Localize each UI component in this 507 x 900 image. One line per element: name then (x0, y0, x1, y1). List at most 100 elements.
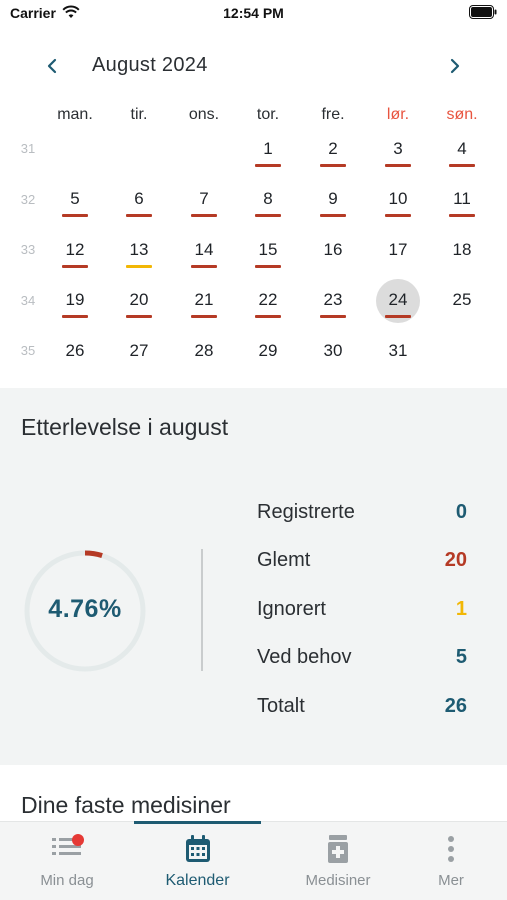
tab-label: Min dag (40, 872, 94, 889)
stat-value-ignored: 1 (455, 598, 467, 620)
stat-value-registered: 0 (455, 501, 467, 523)
day-number: 29 (258, 341, 278, 360)
day-status-forgotten (62, 214, 88, 217)
day-number: 3 (393, 139, 403, 158)
chevron-left-icon (47, 58, 57, 74)
tab-kalender[interactable]: Kalender (134, 822, 261, 900)
calendar-day[interactable]: 15 (246, 229, 290, 273)
day-status-forgotten (255, 315, 281, 318)
tab-medisiner[interactable]: Medisiner (273, 822, 403, 900)
calendar-day[interactable]: 28 (182, 330, 226, 374)
calendar-day[interactable]: 27 (117, 330, 161, 374)
day-status-forgotten (191, 265, 217, 268)
calendar: August 2024 man. tir. ons. tor. fre. lør… (0, 28, 507, 388)
day-number: 11 (453, 189, 471, 208)
day-status-forgotten (320, 315, 346, 318)
tab-min-dag[interactable]: Min dag (0, 822, 134, 900)
stat-label-as-needed: Ved behov (257, 646, 352, 668)
day-number: 6 (134, 189, 144, 208)
calendar-day[interactable]: 8 (246, 178, 290, 222)
day-number: 22 (258, 290, 278, 309)
week-number: 34 (20, 293, 36, 308)
calendar-day[interactable]: 20 (117, 279, 161, 323)
calendar-day[interactable]: 23 (311, 279, 355, 323)
week-number: 31 (20, 141, 36, 156)
day-number: 19 (65, 290, 85, 309)
calendar-day[interactable]: 14 (182, 229, 226, 273)
calendar-day[interactable]: 5 (53, 178, 97, 222)
day-number: 30 (323, 341, 343, 360)
day-status-forgotten (320, 164, 346, 167)
weekday-label: tir. (130, 106, 148, 123)
calendar-day[interactable]: 17 (376, 229, 420, 273)
calendar-day[interactable]: 21 (182, 279, 226, 323)
calendar-day[interactable]: 29 (246, 330, 290, 374)
day-number: 18 (452, 240, 472, 259)
week-number: 32 (20, 192, 36, 207)
calendar-day[interactable]: 18 (440, 229, 484, 273)
day-number: 15 (258, 240, 278, 259)
day-status-forgotten (255, 164, 281, 167)
compliance-progress-arc (84, 550, 103, 558)
day-number: 8 (263, 189, 273, 208)
tab-mer[interactable]: Mer (403, 822, 499, 900)
more-icon (446, 834, 456, 869)
tab-bar: Min dag Kalender Medisiner Mer (0, 821, 507, 900)
calendar-day[interactable]: 31 (376, 330, 420, 374)
day-status-forgotten (191, 315, 217, 318)
calendar-icon (184, 834, 212, 869)
day-number: 13 (129, 240, 149, 259)
day-number: 2 (328, 139, 338, 158)
calendar-day[interactable]: 12 (53, 229, 97, 273)
day-number: 25 (452, 290, 472, 309)
calendar-day[interactable]: 3 (376, 128, 420, 172)
tab-label: Kalender (165, 872, 230, 889)
next-month-button[interactable] (441, 52, 469, 80)
calendar-day[interactable]: 11 (440, 178, 484, 222)
calendar-day[interactable]: 16 (311, 229, 355, 273)
day-status-forgotten (385, 214, 411, 217)
day-status-forgotten (449, 164, 475, 167)
day-status-forgotten (385, 164, 411, 167)
weekday-label-weekend: søn. (446, 106, 478, 123)
calendar-header: August 2024 (0, 48, 507, 84)
stat-value-total: 26 (444, 695, 467, 717)
compliance-section: Etterlevelse i august 4.76% Registrerte … (0, 388, 507, 765)
day-number: 27 (129, 341, 149, 360)
compliance-percent: 4.76% (48, 595, 122, 623)
divider (201, 549, 203, 671)
month-title: August 2024 (92, 54, 208, 76)
status-time: 12:54 PM (223, 5, 284, 21)
day-status-forgotten (191, 214, 217, 217)
calendar-day[interactable]: 6 (117, 178, 161, 222)
calendar-day[interactable]: 19 (53, 279, 97, 323)
day-status-forgotten (320, 214, 346, 217)
calendar-day[interactable]: 2 (311, 128, 355, 172)
calendar-day[interactable]: 7 (182, 178, 226, 222)
medicines-title: Dine faste medisiner (21, 792, 231, 818)
calendar-day-today[interactable]: 24 (376, 279, 420, 323)
day-status-forgotten (126, 214, 152, 217)
weekday-label: man. (57, 106, 93, 123)
stat-label-forgotten: Glemt (257, 549, 311, 571)
day-number: 17 (388, 240, 408, 259)
day-number: 21 (194, 290, 214, 309)
calendar-day[interactable]: 25 (440, 279, 484, 323)
status-bar: Carrier 12:54 PM (0, 0, 507, 28)
day-status-forgotten (449, 214, 475, 217)
calendar-day[interactable]: 10 (376, 178, 420, 222)
notification-dot (72, 834, 84, 846)
day-status-forgotten (62, 315, 88, 318)
previous-month-button[interactable] (38, 52, 66, 80)
calendar-day[interactable]: 26 (53, 330, 97, 374)
calendar-day[interactable]: 30 (311, 330, 355, 374)
calendar-day[interactable]: 1 (246, 128, 290, 172)
calendar-day[interactable]: 13 (117, 229, 161, 273)
calendar-day[interactable]: 4 (440, 128, 484, 172)
tab-label: Mer (438, 872, 464, 889)
calendar-day[interactable]: 22 (246, 279, 290, 323)
tab-label: Medisiner (305, 872, 371, 889)
day-number: 23 (323, 290, 343, 309)
calendar-day[interactable]: 9 (311, 178, 355, 222)
day-number: 16 (323, 240, 343, 259)
